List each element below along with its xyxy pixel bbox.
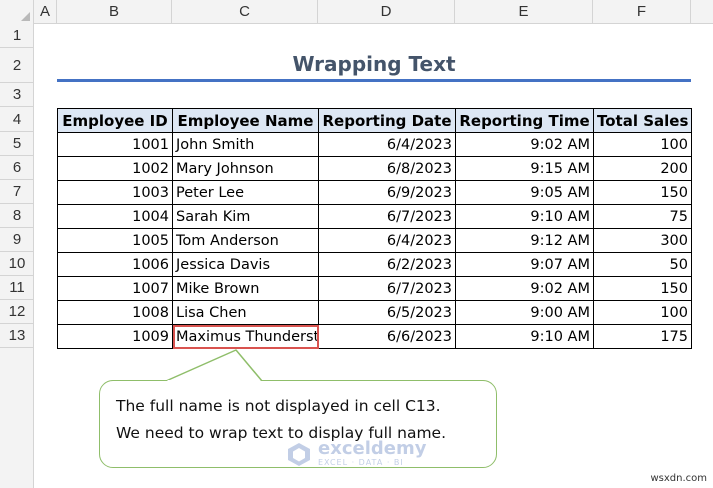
cell-reporting-time[interactable]: 9:12 AM: [455, 228, 594, 253]
watermark-name: exceldemy: [318, 438, 427, 459]
column-header-a[interactable]: A: [34, 0, 57, 24]
cell-reporting-date[interactable]: 6/6/2023: [318, 324, 456, 349]
header-reporting-time[interactable]: Reporting Time: [455, 108, 594, 133]
row-header[interactable]: 8: [0, 204, 34, 228]
cell-employee-name[interactable]: Mary Johnson: [172, 156, 319, 181]
cell-employee-id[interactable]: 1006: [57, 252, 173, 277]
cell-employee-name[interactable]: Jessica Davis: [172, 252, 319, 277]
cell-total-sales[interactable]: 150: [593, 276, 692, 301]
cell-c13-selected[interactable]: Maximus Thunderst: [172, 324, 319, 349]
row-header[interactable]: 11: [0, 276, 34, 300]
row-header[interactable]: 13: [0, 324, 34, 348]
row-header-bar: 1 2 3 4 5 6 7 8 9 10 11 12 13: [0, 24, 34, 488]
table-row: 1007 Mike Brown 6/7/2023 9:02 AM 150: [57, 276, 692, 301]
cell-total-sales[interactable]: 100: [593, 300, 692, 325]
table-row: 1006 Jessica Davis 6/2/2023 9:07 AM 50: [57, 252, 692, 277]
table-header-row: Employee ID Employee Name Reporting Date…: [57, 108, 692, 133]
cell-reporting-time[interactable]: 9:10 AM: [455, 204, 594, 229]
table-row: 1003 Peter Lee 6/9/2023 9:05 AM 150: [57, 180, 692, 205]
row-header[interactable]: 10: [0, 252, 34, 276]
cell-reporting-time[interactable]: 9:07 AM: [455, 252, 594, 277]
cell-employee-id[interactable]: 1008: [57, 300, 173, 325]
watermark-tagline: EXCEL · DATA · BI: [318, 458, 404, 467]
cell-total-sales[interactable]: 300: [593, 228, 692, 253]
table-row: 1001 John Smith 6/4/2023 9:02 AM 100: [57, 132, 692, 157]
table-row: 1002 Mary Johnson 6/8/2023 9:15 AM 200: [57, 156, 692, 181]
sheet-title[interactable]: Wrapping Text: [57, 49, 691, 80]
select-all-corner[interactable]: [0, 0, 34, 24]
column-header-f[interactable]: F: [593, 0, 691, 24]
cell-reporting-date[interactable]: 6/7/2023: [318, 276, 456, 301]
cell-employee-id[interactable]: 1002: [57, 156, 173, 181]
table-row: 1008 Lisa Chen 6/5/2023 9:00 AM 100: [57, 300, 692, 325]
cell-employee-name[interactable]: Lisa Chen: [172, 300, 319, 325]
row-header[interactable]: 6: [0, 156, 34, 180]
column-header-b[interactable]: B: [57, 0, 172, 24]
cell-employee-id[interactable]: 1009: [57, 324, 173, 349]
callout-line-1: The full name is not displayed in cell C…: [116, 397, 441, 415]
site-watermark: wsxdn.com: [650, 473, 707, 484]
cell-reporting-date[interactable]: 6/8/2023: [318, 156, 456, 181]
cell-employee-name[interactable]: Peter Lee: [172, 180, 319, 205]
cell-employee-name[interactable]: Tom Anderson: [172, 228, 319, 253]
cell-reporting-date[interactable]: 6/4/2023: [318, 228, 456, 253]
cell-reporting-date[interactable]: 6/2/2023: [318, 252, 456, 277]
cell-reporting-date[interactable]: 6/9/2023: [318, 180, 456, 205]
header-employee-name[interactable]: Employee Name: [172, 108, 319, 133]
cell-employee-id[interactable]: 1001: [57, 132, 173, 157]
cell-employee-name[interactable]: Mike Brown: [172, 276, 319, 301]
row-header[interactable]: 2: [0, 48, 34, 83]
column-header-e[interactable]: E: [455, 0, 593, 24]
row-header[interactable]: 12: [0, 300, 34, 324]
cell-employee-id[interactable]: 1007: [57, 276, 173, 301]
cell-reporting-time[interactable]: 9:02 AM: [455, 132, 594, 157]
cell-employee-name[interactable]: Sarah Kim: [172, 204, 319, 229]
column-header-c[interactable]: C: [172, 0, 318, 24]
cell-employee-name[interactable]: John Smith: [172, 132, 319, 157]
column-header-d[interactable]: D: [318, 0, 455, 24]
header-total-sales[interactable]: Total Sales: [593, 108, 692, 133]
cell-total-sales[interactable]: 200: [593, 156, 692, 181]
cell-employee-id[interactable]: 1003: [57, 180, 173, 205]
row-header[interactable]: 9: [0, 228, 34, 252]
exceldemy-logo-icon: [288, 442, 310, 466]
header-employee-id[interactable]: Employee ID: [57, 108, 173, 133]
title-underline: [57, 79, 691, 82]
cell-reporting-time[interactable]: 9:02 AM: [455, 276, 594, 301]
row-header[interactable]: 3: [0, 83, 34, 107]
header-reporting-date[interactable]: Reporting Date: [318, 108, 456, 133]
cell-reporting-time[interactable]: 9:00 AM: [455, 300, 594, 325]
cell-total-sales[interactable]: 50: [593, 252, 692, 277]
table-row: 1005 Tom Anderson 6/4/2023 9:12 AM 300: [57, 228, 692, 253]
row-header[interactable]: 7: [0, 180, 34, 204]
cell-total-sales[interactable]: 100: [593, 132, 692, 157]
cell-reporting-date[interactable]: 6/4/2023: [318, 132, 456, 157]
cell-total-sales[interactable]: 175: [593, 324, 692, 349]
cell-employee-id[interactable]: 1005: [57, 228, 173, 253]
cell-employee-id[interactable]: 1004: [57, 204, 173, 229]
column-header-bar: A B C D E F: [0, 0, 713, 24]
row-header[interactable]: 1: [0, 24, 34, 48]
row-header[interactable]: 5: [0, 132, 34, 156]
cell-total-sales[interactable]: 150: [593, 180, 692, 205]
cell-reporting-time[interactable]: 9:05 AM: [455, 180, 594, 205]
cell-reporting-date[interactable]: 6/7/2023: [318, 204, 456, 229]
cell-reporting-date[interactable]: 6/5/2023: [318, 300, 456, 325]
cell-reporting-time[interactable]: 9:10 AM: [455, 324, 594, 349]
table-row: 1004 Sarah Kim 6/7/2023 9:10 AM 75: [57, 204, 692, 229]
employee-table: Employee ID Employee Name Reporting Date…: [57, 108, 692, 349]
table-row: 1009 Maximus Thunderst 6/6/2023 9:10 AM …: [57, 324, 692, 349]
cell-reporting-time[interactable]: 9:15 AM: [455, 156, 594, 181]
row-header[interactable]: 4: [0, 108, 34, 132]
cell-total-sales[interactable]: 75: [593, 204, 692, 229]
exceldemy-watermark: exceldemy EXCEL · DATA · BI: [286, 440, 426, 467]
